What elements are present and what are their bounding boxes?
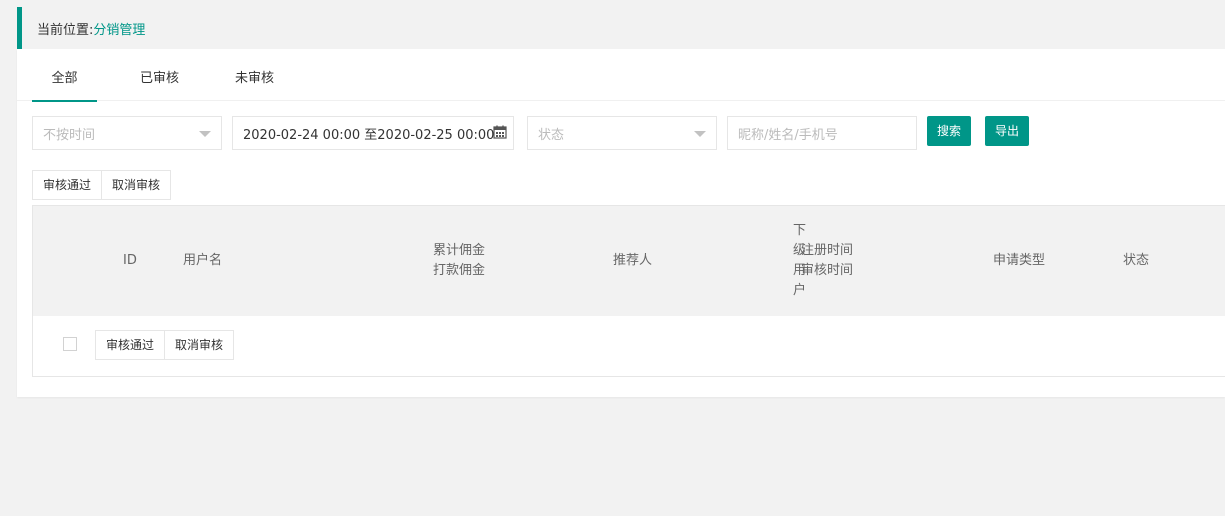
footer-approve-button[interactable]: 审核通过 [95,330,166,360]
col-register-time: 注册时间 [801,243,854,258]
calendar-icon [493,125,507,139]
bulk-cancel-button[interactable]: 取消审核 [102,170,172,200]
table-header: ID 用户名 累计佣金 打款佣金 推荐人 下级用户 注册时间 审核时间 申请类型… [33,206,1225,316]
col-referrer: 推荐人 [613,253,653,268]
col-status: 状态 [1123,253,1150,268]
tab-approved[interactable]: 已审核 [127,49,192,101]
breadcrumb-current[interactable]: 分销管理 [93,19,145,38]
col-commission-total: 累计佣金 [433,243,486,258]
bulk-action-group: 审核通过 取消审核 [32,170,172,200]
time-select-placeholder: 不按时间 [43,127,96,143]
search-button[interactable]: 搜索 [927,116,971,146]
main-card: 全部 已审核 未审核 不按时间 2020-02-24 00:00 至2020-0… [17,49,1225,397]
distributor-table: ID 用户名 累计佣金 打款佣金 推荐人 下级用户 注册时间 审核时间 申请类型… [32,205,1225,377]
chevron-down-icon [694,131,706,137]
breadcrumb: 当前位置: 分销管理 [17,7,1225,49]
footer-action-group: 审核通过 取消审核 [95,330,235,360]
keyword-input[interactable]: 昵称/姓名/手机号 [727,116,917,150]
date-range-input[interactable]: 2020-02-24 00:00 至2020-02-25 00:00 [232,116,514,150]
col-id: ID [123,253,137,268]
bulk-approve-button[interactable]: 审核通过 [32,170,103,200]
status-select-placeholder: 状态 [538,127,565,143]
export-button[interactable]: 导出 [985,116,1029,146]
time-select[interactable]: 不按时间 [32,116,222,150]
tab-unapproved[interactable]: 未审核 [222,49,287,101]
tab-all[interactable]: 全部 [32,49,97,102]
keyword-input-placeholder: 昵称/姓名/手机号 [738,127,838,143]
col-apply-type: 申请类型 [993,253,1046,268]
col-username: 用户名 [183,253,223,268]
select-all-checkbox[interactable] [63,337,77,351]
tab-bar: 全部 已审核 未审核 [17,49,1225,102]
breadcrumb-label: 当前位置: [37,22,94,38]
chevron-down-icon [199,131,211,137]
status-select[interactable]: 状态 [527,116,717,150]
col-commission-paid: 打款佣金 [433,263,486,278]
footer-cancel-button[interactable]: 取消审核 [165,330,235,360]
date-range-value: 2020-02-24 00:00 至2020-02-25 00:00 [243,127,495,143]
col-review-time: 审核时间 [801,263,854,278]
